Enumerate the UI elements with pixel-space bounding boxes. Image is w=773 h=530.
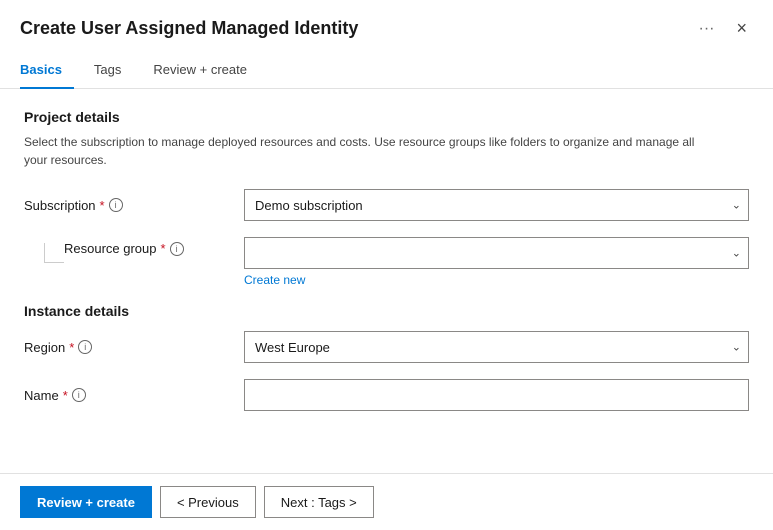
resource-group-select[interactable] <box>244 237 749 269</box>
subscription-label: Subscription <box>24 198 96 213</box>
form-content: Project details Select the subscription … <box>0 89 773 473</box>
dialog-title: Create User Assigned Managed Identity <box>20 18 693 39</box>
subscription-select-wrapper: Demo subscription ⌄ <box>244 189 749 221</box>
subscription-row: Subscription * i Demo subscription ⌄ <box>24 189 749 221</box>
resource-group-select-wrapper: ⌄ <box>244 237 749 269</box>
region-row: Region * i West Europe East US West US ⌄ <box>24 331 749 363</box>
create-dialog: Create User Assigned Managed Identity ··… <box>0 0 773 530</box>
name-row: Name * i <box>24 379 749 411</box>
next-button[interactable]: Next : Tags > <box>264 486 374 518</box>
name-required: * <box>63 388 68 403</box>
rg-label-area: Resource group * i <box>24 237 244 263</box>
ellipsis-icon[interactable]: ··· <box>693 18 721 40</box>
subscription-required: * <box>100 198 105 213</box>
region-select[interactable]: West Europe East US West US <box>244 331 749 363</box>
dialog-header: Create User Assigned Managed Identity ··… <box>0 0 773 49</box>
review-create-button[interactable]: Review + create <box>20 486 152 518</box>
name-input[interactable] <box>244 379 749 411</box>
project-details-desc: Select the subscription to manage deploy… <box>24 133 704 169</box>
rg-label-col: Resource group * i <box>64 237 184 256</box>
previous-button[interactable]: < Previous <box>160 486 256 518</box>
subscription-label-col: Subscription * i <box>24 198 244 213</box>
region-control: West Europe East US West US ⌄ <box>244 331 749 363</box>
resource-group-control: ⌄ <box>244 237 749 269</box>
name-info-icon[interactable]: i <box>72 388 86 402</box>
tab-review-create[interactable]: Review + create <box>153 54 259 89</box>
region-select-wrapper: West Europe East US West US ⌄ <box>244 331 749 363</box>
resource-group-row: Resource group * i ⌄ <box>24 237 749 269</box>
subscription-info-icon[interactable]: i <box>109 198 123 212</box>
project-details-title: Project details <box>24 109 749 125</box>
tab-basics[interactable]: Basics <box>20 54 74 89</box>
resource-group-label: Resource group <box>64 241 157 256</box>
resource-group-required: * <box>161 241 166 256</box>
subscription-control: Demo subscription ⌄ <box>244 189 749 221</box>
indent-line <box>44 243 64 263</box>
resource-group-info-icon[interactable]: i <box>170 242 184 256</box>
header-icons: ··· × <box>693 16 754 41</box>
region-info-icon[interactable]: i <box>78 340 92 354</box>
subscription-select[interactable]: Demo subscription <box>244 189 749 221</box>
tabs-nav: Basics Tags Review + create <box>0 53 773 89</box>
instance-details-title: Instance details <box>24 303 749 319</box>
name-control <box>244 379 749 411</box>
region-required: * <box>69 340 74 355</box>
region-label: Region <box>24 340 65 355</box>
close-button[interactable]: × <box>730 16 753 41</box>
name-label-col: Name * i <box>24 388 244 403</box>
instance-details-section: Instance details Region * i West Europe … <box>24 303 749 411</box>
name-label: Name <box>24 388 59 403</box>
tab-tags[interactable]: Tags <box>94 54 133 89</box>
region-label-col: Region * i <box>24 340 244 355</box>
create-new-link[interactable]: Create new <box>244 273 749 287</box>
dialog-footer: Review + create < Previous Next : Tags > <box>0 473 773 530</box>
